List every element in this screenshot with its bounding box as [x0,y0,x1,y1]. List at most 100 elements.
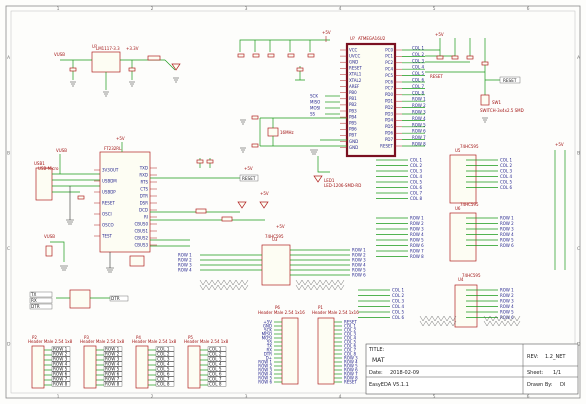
zone-left-C: C [7,246,10,252]
u3-out-net: ROW 6 [352,272,366,277]
resistor-array-hatch [443,315,451,327]
header-p6-name: Header Male 2.54 1x16 [258,310,305,315]
mcu-right-pin-label: PD6 [385,131,393,136]
ftdi-right-pin-label: RXD [139,172,148,177]
header-p1-block: P1 Header Male 2.54 1x16 RESETCOL 1COL 2… [312,305,359,385]
ftdi-left-pin-label: 3V3OUT [102,167,119,172]
status-led-icon [313,175,323,183]
resistor-array-hatch [495,315,503,327]
u4-left-net: COL 4 [392,304,404,309]
u3-out-wires [290,249,350,276]
led-wire [317,156,330,173]
ftdi-right-pin-label: DTR [140,193,149,198]
header-p5-block: P5Header Male 2.54 1x8COL 1COL 2COL 3COL… [184,335,229,389]
ftdi-left-pin-label: OSCI [102,211,112,216]
mcu-right-pin-label: PC4 [385,67,393,72]
company-label: EasyEDA V5.1.1 [369,382,409,388]
header-net-label: COL 8 [209,381,222,386]
header-name: Header Male 2.54 1x8 [132,339,177,344]
ftdi-left-pin-label: OSCO [102,222,114,227]
pullup-wires [439,38,486,62]
mcu-row-net: ROW 8 [412,142,426,147]
cap-c7 [251,143,259,148]
zone-bottom-2: 2 [151,394,154,400]
u5-left-net: COL 6 [410,185,422,190]
mcu-row-net: ROW 2 [412,103,426,108]
header-body [31,345,45,389]
mcu-col-net: COL 1 [412,46,424,51]
p6-labels-net: ROW 6 [258,379,272,384]
mcu-row-net: ROW 6 [412,129,426,134]
sheet-label: Sheet: [527,370,543,376]
spi-net-label: SCK [310,93,318,98]
reset-line [484,65,500,95]
resistor-pullup-2 [451,55,459,60]
header-body [187,345,201,389]
ground-icon [482,117,488,123]
date-label: Date: [369,370,383,376]
ground-icon [103,91,109,97]
mcu-left-pin-label: GND [349,145,358,150]
crystal-name: 16MHz [280,130,294,135]
resistor-array-hatch [241,279,249,291]
zone-right-C: C [577,246,580,252]
status-led-block: LED1 LED-1206-SMD-RD [313,156,361,188]
u6-right-net: ROW 3 [500,226,514,231]
ftdi-right-pin-label: TXD [139,165,148,170]
u4-left-net: COL 1 [392,287,404,292]
mcu-col-net: COL 2 [412,52,424,57]
mcu-left-pin-label: RESET [349,66,362,71]
resistor-array-hatch [437,315,445,327]
mcu-right-block: COL 1COL 2COL 3 COL 4COL 5 COL 6COL 7COL 8… [402,32,524,147]
u5-right-net: COL 1 [500,157,512,162]
resistor-r-rx [221,216,233,222]
u4-block: U4 74HC595 COL 1COL 2COL 3COL 4COL 5COL … [358,273,521,328]
mcu-right-pin-label: PC7 [385,86,393,91]
regulator-body [91,51,121,73]
zone-bottom-4: 4 [339,394,342,400]
mcu-col-net: COL 4 [412,65,424,70]
rev-value: 1.2_NET [545,354,566,360]
header-p1-labels: RESETCOL 1COL 2COL 3COL 4COL 5COL 6COL 7… [334,319,358,384]
u3-name: 74HC595 [265,234,284,239]
mcu-right-pin-label: PC2 [385,60,393,65]
resistor-array-hatch [205,279,213,291]
ftdi-right-pin-label: CTS [140,186,148,191]
ftdi-left-pin-label: TEST [101,233,113,238]
header-p1-body [317,317,335,385]
mcu-left-pin-label: PB3 [349,108,357,113]
u4-left-labels: COL 1COL 2COL 3COL 4COL 5COL 6 [358,287,404,320]
ftdi-right-pin-label: CBUS3 [134,242,148,247]
zone-bottom-1: 1 [57,394,60,400]
title-label: TITLE: [368,347,385,353]
header-p6-body [281,317,299,385]
u6-right-net: ROW 1 [500,215,514,220]
header-p3-block: P3Header Male 2.54 1x8ROW 1ROW 2ROW 3ROW… [80,335,125,389]
mcu-left-pin-label: UVCC [349,53,360,58]
net-vusb-label: VUSB [54,52,65,57]
lb-net-label: RX [31,298,37,303]
resistor-array-hatch [295,279,303,291]
date-value: 2018-02-09 [390,370,419,376]
resistor-array-hatch [419,315,427,327]
mcu-left-pin-label: PB7 [349,133,357,138]
ftdi-left-pin-label: RESET [102,200,115,205]
mcu-col-net: COL 6 [412,78,424,83]
schematic-sheet: 112233445566AABBCCDD U? LM1117-3.3 VUSB … [0,0,586,404]
pullup-vcc-label: +5V [435,32,444,37]
u5-right-net: COL 3 [500,168,512,173]
zone-top-5: 5 [433,6,436,12]
lb-net-label-right: DTR [111,296,120,301]
u5-right-net: COL 5 [500,179,512,184]
header-name: Header Male 2.54 1x8 [28,339,73,344]
ftdi-vcc-label: +5V [116,136,125,141]
ground-icon [129,81,135,87]
u5-left-net: COL 7 [410,190,422,195]
resistor-array-hatch [301,279,309,291]
u5-block: U5 74HC595 COL 1COL 2COL 3COL 4COL 5COL … [376,144,512,204]
left-led-block: VUSB [44,234,68,271]
spi-net-labels: SCKMISOMOSISS [310,93,340,116]
spi-net-label: SS [310,111,316,116]
u3-in-net: ROW 4 [178,267,192,272]
resistor-array-hatch [199,279,207,291]
